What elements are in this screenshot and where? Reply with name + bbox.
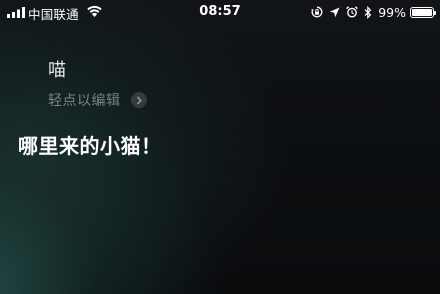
battery-percent: 99% bbox=[378, 4, 406, 20]
battery-level-fill bbox=[412, 8, 432, 16]
tap-to-edit-label: 轻点以编辑 bbox=[48, 93, 121, 109]
status-right-icons: 99% bbox=[311, 4, 436, 20]
siri-query-text: 喵 bbox=[48, 60, 66, 81]
battery-nub bbox=[434, 10, 436, 15]
rotation-lock-icon bbox=[311, 6, 323, 18]
tap-to-edit-button[interactable]: 轻点以编辑 bbox=[48, 90, 147, 110]
bluetooth-icon bbox=[364, 5, 372, 19]
alarm-icon bbox=[346, 6, 359, 18]
siri-response-text: 哪里来的小猫！ bbox=[18, 134, 162, 158]
chevron-right-icon[interactable] bbox=[130, 92, 147, 108]
battery-icon bbox=[410, 6, 436, 18]
location-arrow-icon bbox=[330, 7, 340, 17]
status-bar: 中国联通 08:57 99% bbox=[0, 0, 440, 24]
